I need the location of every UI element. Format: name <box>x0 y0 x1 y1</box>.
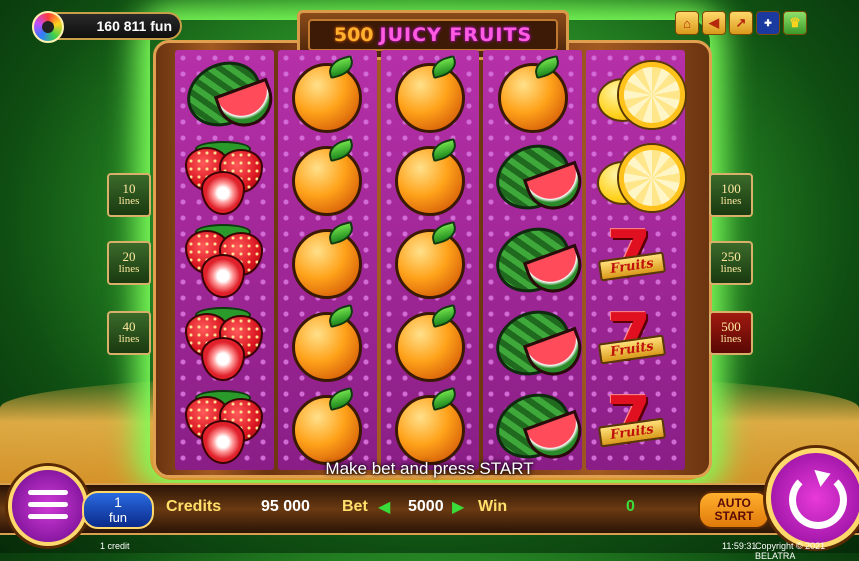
orange-symbol <box>282 386 372 465</box>
orange-symbol <box>385 220 475 299</box>
strawberry-symbol <box>179 305 269 381</box>
bet-label: Bet <box>342 498 368 515</box>
orange-symbol <box>282 54 372 133</box>
menu-icon-bar <box>28 490 68 495</box>
reel-5: 7 Fruits 7 Fruits 7 Fruits <box>586 50 685 470</box>
auto-start-button[interactable]: AUTO START <box>698 491 770 529</box>
orange-symbol <box>282 220 372 299</box>
lines-number: 250 <box>721 249 741 264</box>
lines-unit: lines <box>720 263 742 275</box>
bet-decrease-icon[interactable]: ◀ <box>378 497 390 517</box>
lines-number: 40 <box>122 319 136 334</box>
lines-unit: lines <box>720 333 742 345</box>
orange-symbol <box>282 303 372 382</box>
seven-symbol: 7 Fruits <box>591 218 681 298</box>
lines-number: 500 <box>721 319 741 334</box>
watermelon-symbol <box>485 298 589 388</box>
orange-symbol <box>385 386 475 465</box>
orange-symbol <box>385 303 475 382</box>
lines-button-40[interactable]: 40 lines <box>107 311 151 355</box>
strawberry-symbol <box>179 139 269 215</box>
watermelon-symbol <box>485 215 589 305</box>
clock: 11:59:31 <box>722 541 757 551</box>
title-text: JUICY FRUITS <box>379 24 533 46</box>
strawberry-symbol <box>179 222 269 298</box>
credits-value: 95 000 <box>261 498 310 515</box>
lines-unit: lines <box>118 195 140 207</box>
title-number: 500 <box>333 24 374 46</box>
reel-4 <box>483 50 589 471</box>
menu-button[interactable] <box>8 466 88 546</box>
exit-icon[interactable]: ↗ <box>729 11 753 35</box>
lines-button-10[interactable]: 10 lines <box>107 173 151 217</box>
coin-logo-icon <box>32 11 64 43</box>
lines-number: 20 <box>122 249 136 264</box>
lines-number: 10 <box>122 181 136 196</box>
lines-unit: lines <box>720 195 742 207</box>
lines-unit: lines <box>118 263 140 275</box>
lines-unit: lines <box>118 333 140 345</box>
coin-unit: fun <box>108 510 128 525</box>
reels-area: 7 Fruits 7 Fruits 7 Fruits <box>175 49 685 471</box>
orange-symbol <box>385 54 475 133</box>
sound-icon[interactable]: ◀ <box>702 11 726 35</box>
watermelon-symbol <box>485 132 589 222</box>
credits-label: Credits <box>166 498 222 515</box>
coin-caption: 1 credit <box>100 541 130 551</box>
orange-symbol <box>282 137 372 216</box>
language-flag-icon[interactable]: ✚ <box>756 11 780 35</box>
orange-symbol <box>488 54 578 133</box>
copyright: Copyright © 2021 BELATRA <box>755 541 826 561</box>
auto-start-line2: START <box>714 509 754 523</box>
orange-symbol <box>385 137 475 216</box>
lines-button-250[interactable]: 250 lines <box>709 241 753 285</box>
trophy-icon[interactable]: ♛ <box>783 11 807 35</box>
lines-button-100[interactable]: 100 lines <box>709 173 753 217</box>
coin-value-selector[interactable]: 1 fun <box>82 491 154 529</box>
status-message: Make bet and press START <box>325 459 534 478</box>
lemon-symbol <box>591 56 685 132</box>
watermelon-symbol <box>485 381 589 471</box>
top-toolbar: ⌂ ◀ ↗ ✚ ♛ <box>675 11 807 35</box>
win-value: 0 <box>626 498 635 515</box>
reel-2 <box>277 50 377 470</box>
balance-value: 160 811 fun <box>96 18 173 34</box>
seven-symbol: 7 Fruits <box>591 301 681 381</box>
win-label: Win <box>478 498 508 515</box>
menu-icon-bar <box>28 514 68 519</box>
seven-symbol: 7 Fruits <box>591 384 681 464</box>
reel-3 <box>380 50 480 470</box>
start-spin-button[interactable] <box>766 448 859 548</box>
lines-number: 100 <box>721 181 741 196</box>
home-icon[interactable]: ⌂ <box>675 11 699 35</box>
watermelon-symbol <box>176 49 281 139</box>
lines-button-20[interactable]: 20 lines <box>107 241 151 285</box>
lemon-symbol <box>591 139 685 215</box>
strawberry-symbol <box>179 388 269 464</box>
lines-button-500[interactable]: 500 lines <box>709 311 753 355</box>
reel-1 <box>175 49 281 470</box>
menu-icon-bar <box>28 502 68 507</box>
bet-increase-icon[interactable]: ▶ <box>452 497 464 517</box>
bet-value: 5000 <box>408 498 444 515</box>
coin-value: 1 <box>114 494 122 510</box>
balance-display: 160 811 fun <box>32 11 182 43</box>
